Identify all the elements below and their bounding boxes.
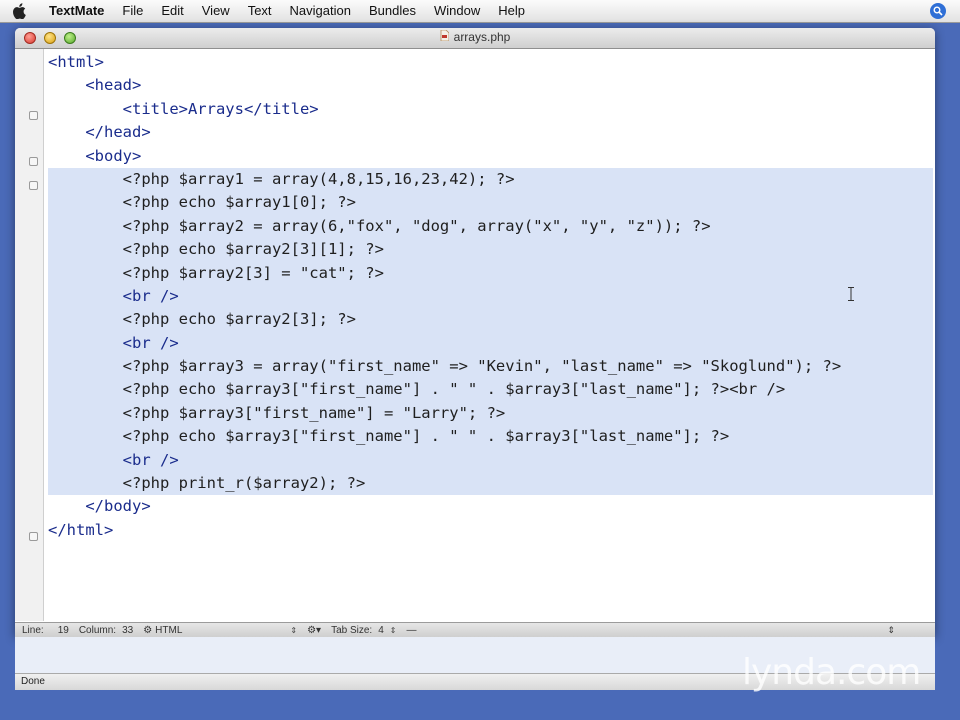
menu-edit[interactable]: Edit — [152, 0, 192, 22]
code-line: </html> — [48, 519, 933, 542]
column-value: 33 — [122, 625, 134, 636]
symbol-list-icon[interactable]: — — [406, 625, 416, 636]
code-line: <head> — [48, 74, 933, 97]
code-text: <?php echo $array3["first_name"] . " " .… — [48, 427, 730, 446]
code-text: <title>Arrays</title> — [48, 99, 319, 118]
editor-gutter[interactable] — [15, 49, 44, 621]
code-line-selected: <?php print_r($array2); ?> — [48, 472, 933, 496]
language-popup-arrows-icon[interactable]: ⇕ — [290, 626, 297, 635]
code-line-selected: <?php echo $array3["first_name"] . " " .… — [48, 378, 933, 402]
language-selector[interactable]: HTML — [155, 625, 182, 636]
menu-text[interactable]: Text — [239, 0, 281, 22]
code-line-selected: <?php $array3 = array("first_name" => "K… — [48, 355, 933, 379]
code-text: </head> — [48, 123, 151, 142]
code-line: <title>Arrays</title> — [48, 98, 933, 121]
code-text: <?php echo $array2[3][1]; ?> — [48, 240, 384, 259]
line-label: Line: — [22, 625, 44, 636]
code-text: </html> — [48, 520, 114, 539]
code-text: <?php $array1 = array(4,8,15,16,23,42); … — [48, 169, 515, 188]
symbol-popup-arrows-icon[interactable]: ⇕ — [887, 625, 895, 636]
tab-size-value[interactable]: 4 — [378, 625, 384, 636]
code-line: </head> — [48, 121, 933, 144]
code-text: <?php echo $array2[3]; ?> — [48, 310, 356, 329]
code-text: </body> — [48, 497, 151, 516]
code-line: <body> — [48, 145, 933, 168]
code-text: <?php print_r($array2); ?> — [48, 474, 366, 493]
menu-file[interactable]: File — [113, 0, 152, 22]
code-text: <?php $array3["first_name"] = "Larry"; ?… — [48, 403, 506, 422]
title-bar[interactable]: arrays.php — [15, 28, 935, 49]
code-line-selected: <?php $array2[3] = "cat"; ?> — [48, 261, 933, 285]
code-text: <?php $array2[3] = "cat"; ?> — [48, 263, 384, 282]
status-bar: Line: 19 Column: 33 ⚙ HTML ⇕ ⚙▾ Tab Size… — [15, 622, 935, 638]
code-text: <br /> — [48, 450, 179, 469]
apple-icon[interactable] — [12, 3, 28, 19]
tab-size-arrows-icon[interactable]: ⇕ — [390, 626, 397, 635]
code-text: <?php $array2 = array(6,"fox", "dog", ar… — [48, 216, 711, 235]
fold-marker-body-end-icon[interactable] — [29, 532, 38, 541]
window-title: arrays.php — [15, 29, 935, 44]
fold-marker-head-end-icon[interactable] — [29, 157, 38, 166]
window-title-text: arrays.php — [453, 30, 511, 44]
lynda-watermark: lynda.com — [742, 652, 921, 693]
code-line: </body> — [48, 495, 933, 518]
code-line-selected: <br /> — [48, 331, 933, 356]
menu-window[interactable]: Window — [425, 0, 489, 22]
tab-size-label[interactable]: Tab Size: — [331, 625, 372, 636]
code-line-selected: <?php $array1 = array(4,8,15,16,23,42); … — [48, 167, 933, 192]
code-text: <br /> — [48, 333, 179, 352]
code-text: <html> — [48, 53, 104, 71]
preview-status-text: Done — [21, 676, 45, 687]
menu-textmate[interactable]: TextMate — [40, 0, 113, 22]
fold-marker-body-icon[interactable] — [29, 181, 38, 190]
code-line-selected: <?php echo $array3["first_name"] . " " .… — [48, 425, 933, 449]
code-text: <body> — [48, 146, 142, 165]
code-text: <?php $array3 = array("first_name" => "K… — [48, 357, 842, 376]
code-line-selected: <?php echo $array2[3]; ?> — [48, 308, 933, 332]
language-gear-icon[interactable]: ⚙ — [143, 625, 152, 636]
code-line-selected: <?php echo $array1[0]; ?> — [48, 191, 933, 215]
line-value: 19 — [57, 625, 69, 636]
php-file-icon — [440, 29, 450, 44]
menu-bar: TextMate File Edit View Text Navigation … — [0, 0, 960, 23]
code-text: <head> — [48, 76, 142, 95]
code-text: <?php echo $array3["first_name"] . " " .… — [48, 380, 786, 399]
spotlight-search-icon[interactable] — [930, 3, 946, 19]
fold-marker-head-icon[interactable] — [29, 111, 38, 120]
code-editor[interactable]: <html> <head> <title>Arrays</title> </he… — [48, 51, 933, 619]
menu-navigation[interactable]: Navigation — [281, 0, 360, 22]
menu-bundles[interactable]: Bundles — [360, 0, 425, 22]
menu-view[interactable]: View — [193, 0, 239, 22]
code-line-selected: <br /> — [48, 284, 933, 309]
code-line-selected: <?php echo $array2[3][1]; ?> — [48, 238, 933, 262]
menu-help[interactable]: Help — [489, 0, 534, 22]
column-label: Column: — [78, 625, 117, 636]
code-line-selected: <?php $array2 = array(6,"fox", "dog", ar… — [48, 214, 933, 239]
code-line-selected: <br /> — [48, 448, 933, 473]
code-text: <?php echo $array1[0]; ?> — [48, 193, 356, 212]
bundle-gear-icon[interactable]: ⚙▾ — [307, 625, 321, 636]
ibeam-cursor-icon — [848, 287, 854, 301]
code-line-selected: <?php $array3["first_name"] = "Larry"; ?… — [48, 401, 933, 426]
editor-window: arrays.php <html> <head> <title>Arrays</… — [15, 28, 935, 636]
code-line: <html> — [48, 51, 933, 74]
code-text: <br /> — [48, 286, 179, 305]
